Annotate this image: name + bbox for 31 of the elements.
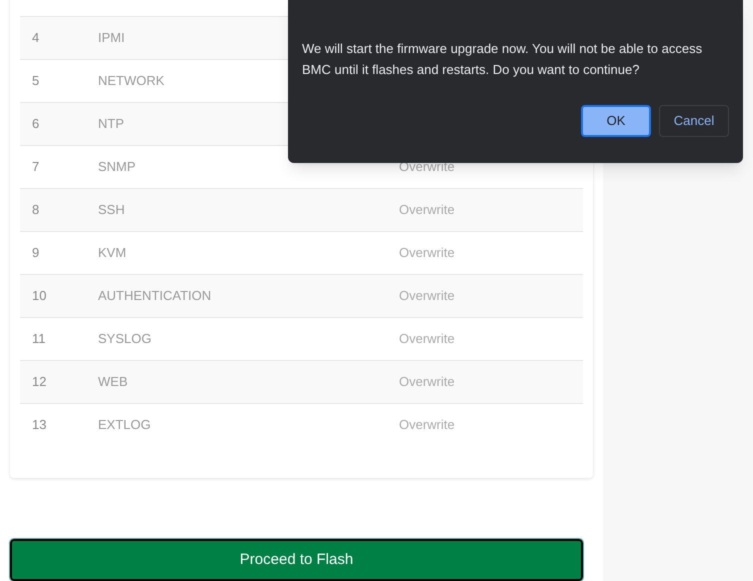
row-number: 4 — [31, 29, 40, 48]
row-number: 9 — [31, 244, 40, 262]
row-number: 8 — [31, 201, 40, 220]
action-text: Overwrite — [399, 158, 455, 176]
setting-name: SNMP — [98, 158, 137, 176]
setting-name: KVM — [98, 244, 128, 262]
dialog-button[interactable]: Cancel — [659, 105, 729, 137]
setting-name: NETWORK — [98, 72, 166, 90]
dialog-message: We will start the firmware upgrade now. You will not be able to access BMC until it flashes and restarts. Do you want to continue? — [302, 40, 704, 79]
action-text: Overwrite — [399, 201, 455, 220]
setting-name: SSH — [98, 201, 126, 220]
row-number: 10 — [31, 287, 48, 306]
setting-name: SYSLOG — [98, 330, 152, 348]
action-text: Overwrite — [399, 287, 455, 306]
row-number: 5 — [31, 72, 40, 90]
setting-name: WEB — [98, 373, 129, 392]
setting-name: EXTLOG — [98, 416, 152, 434]
row-number: 13 — [31, 416, 48, 434]
dialog-button[interactable]: OK — [581, 105, 651, 137]
row-number: 7 — [31, 158, 40, 176]
action-text: Overwrite — [399, 330, 455, 348]
proceed-button[interactable]: Proceed to Flash — [10, 539, 583, 581]
row-number: 12 — [31, 373, 48, 392]
setting-name: NTP — [98, 115, 125, 134]
row-number: 6 — [31, 115, 40, 134]
row-number: 11 — [31, 330, 46, 348]
action-text: Overwrite — [399, 373, 455, 392]
action-text: Overwrite — [399, 416, 455, 434]
setting-name: IPMI — [98, 29, 126, 48]
setting-name: AUTHENTICATION — [98, 287, 212, 306]
action-text: Overwrite — [399, 244, 455, 262]
